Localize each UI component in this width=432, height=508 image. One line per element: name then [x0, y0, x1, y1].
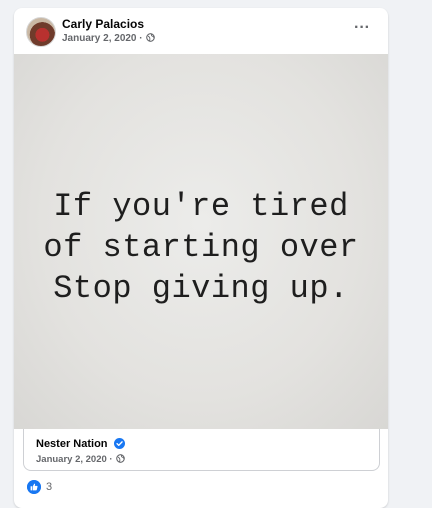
author-name[interactable]: Carly Palacios: [62, 17, 144, 31]
shared-post-attribution[interactable]: Nester Nation January 2, 2020 ·: [23, 429, 380, 471]
globe-icon: [116, 454, 126, 463]
post-photo[interactable]: If you're tired of starting over Stop gi…: [14, 54, 388, 429]
like-icon: [27, 480, 41, 494]
author-avatar[interactable]: [26, 17, 56, 47]
shared-meta-separator: ·: [109, 454, 113, 465]
post-header: Carly Palacios January 2, 2020 · ···: [14, 8, 388, 54]
shared-page-name[interactable]: Nester Nation: [36, 438, 108, 450]
globe-icon[interactable]: [146, 33, 156, 42]
shared-post-date[interactable]: January 2, 2020: [36, 454, 107, 465]
verified-badge-icon: [113, 438, 125, 449]
meta-separator: ·: [139, 33, 143, 44]
post-date[interactable]: January 2, 2020: [62, 33, 137, 44]
post-card: Carly Palacios January 2, 2020 · ··· If …: [14, 8, 388, 508]
reaction-count[interactable]: 3: [46, 481, 52, 493]
photo-quote-text: If you're tired of starting over Stop gi…: [43, 188, 359, 307]
shared-page-name-row: Nester Nation: [36, 438, 125, 450]
shared-post-meta: January 2, 2020 ·: [36, 454, 126, 465]
post-meta: January 2, 2020 ·: [62, 33, 156, 44]
more-options-icon[interactable]: ···: [350, 19, 374, 39]
